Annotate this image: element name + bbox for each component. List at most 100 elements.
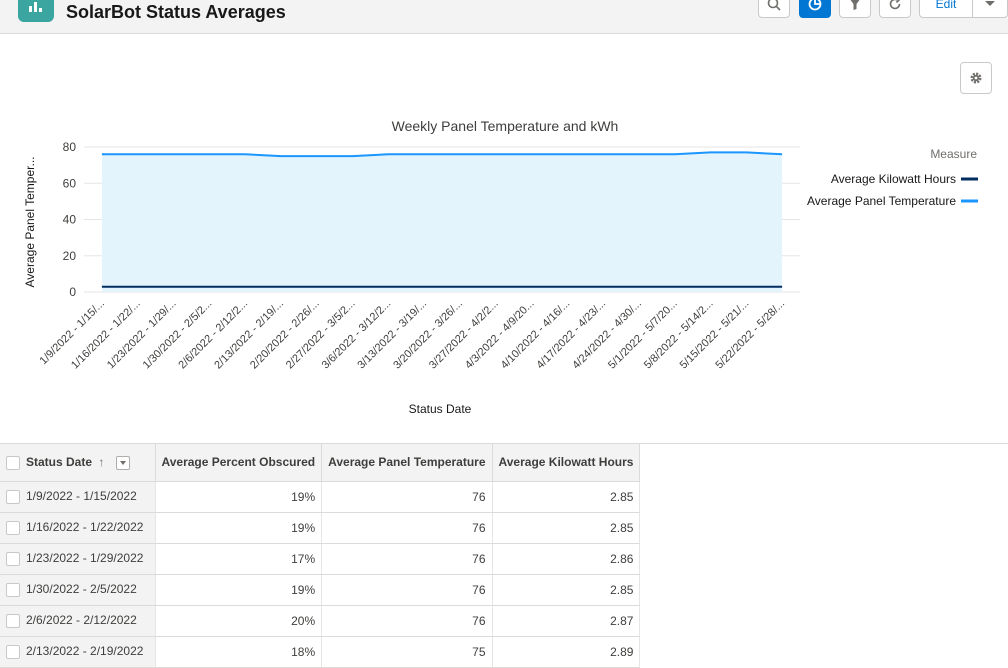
cell-status-date: 2/6/2022 - 2/12/2022 [0,605,155,636]
x-tick-label: 1/30/2022 - 2/5/2... [141,298,215,372]
x-tick-label: 5/1/2022 - 5/7/20... [606,298,680,372]
cell-percent-obscured: 19% [155,512,322,543]
cell-text: 1/9/2022 - 1/15/2022 [26,489,137,503]
filter-button[interactable] [839,0,871,18]
cell-panel-temperature: 76 [322,574,492,605]
column-menu-button[interactable] [116,456,130,470]
cell-percent-obscured: 20% [155,605,322,636]
table-row[interactable]: 1/9/2022 - 1/15/2022 19%762.85 [0,481,640,512]
cell-status-date: 1/16/2022 - 1/22/2022 [0,512,155,543]
x-tick-label: 2/27/2022 - 3/5/2... [284,298,358,372]
column-header-kilowatt-hours[interactable]: Average Kilowatt Hours [492,444,640,481]
y-tick-label: 40 [63,213,77,227]
legend-item-temperature[interactable]: Average Panel Temperature [807,194,978,208]
cell-text: 2/6/2022 - 2/12/2022 [26,613,137,627]
x-tick-label: 3/13/2022 - 3/19/... [355,298,429,372]
sort-ascending-icon: ↑ [98,455,104,469]
dashboard-app-icon [18,0,54,22]
column-header-status-date[interactable]: Status Date ↑ [0,444,155,481]
chart-title: Weekly Panel Temperature and kWh [392,118,619,134]
cell-kilowatt-hours: 2.89 [492,636,640,667]
row-checkbox[interactable] [6,583,20,597]
x-tick-label: 5/22/2022 - 5/28/... [713,298,787,372]
row-checkbox[interactable] [6,552,20,566]
cell-percent-obscured: 18% [155,636,322,667]
x-tick-label: 3/20/2022 - 3/26/... [391,298,465,372]
x-tick-label: 4/17/2022 - 4/23/... [534,298,608,372]
cell-text: 2/13/2022 - 2/19/2022 [26,644,143,658]
cell-status-date: 2/13/2022 - 2/19/2022 [0,636,155,667]
temperature-area-fill [102,152,782,292]
column-label: Status Date [26,455,92,469]
search-icon [767,0,781,11]
x-tick-label: 1/16/2022 - 1/22/... [69,298,143,372]
cell-percent-obscured: 19% [155,574,322,605]
cell-percent-obscured: 17% [155,543,322,574]
cell-kilowatt-hours: 2.85 [492,481,640,512]
x-tick-label: 3/6/2022 - 3/12/2... [320,298,394,372]
cell-kilowatt-hours: 2.85 [492,574,640,605]
legend-item-kwh[interactable]: Average Kilowatt Hours [831,172,978,186]
column-header-percent-obscured[interactable]: Average Percent Obscured [155,444,322,481]
x-tick-label: 2/13/2022 - 2/19/... [212,298,286,372]
table-row[interactable]: 1/30/2022 - 2/5/2022 19%762.85 [0,574,640,605]
legend-title: Measure [930,147,977,161]
x-tick-label: 2/20/2022 - 2/26/... [248,298,322,372]
refresh-icon [888,0,902,11]
row-checkbox[interactable] [6,521,20,535]
x-tick-label: 1/23/2022 - 1/29/... [105,298,179,372]
x-tick-label: 4/24/2022 - 4/30/... [570,298,644,372]
data-table: Status Date ↑ Average Percent Obscured A… [0,444,640,668]
chart-view-button[interactable] [799,0,831,18]
chevron-down-icon [984,0,996,8]
edit-button-label: Edit [936,0,957,11]
table-row[interactable]: 1/23/2022 - 1/29/202217%762.86 [0,543,640,574]
x-axis-label: Status Date [409,402,472,416]
filter-icon [848,0,862,11]
cell-percent-obscured: 19% [155,481,322,512]
x-tick-label: 3/27/2022 - 4/2/2... [427,298,501,372]
cell-kilowatt-hours: 2.87 [492,605,640,636]
y-axis-label: Average Panel Temper... [23,157,37,288]
legend-label-kwh: Average Kilowatt Hours [831,172,956,186]
cell-text: 1/30/2022 - 2/5/2022 [26,582,137,596]
more-actions-button[interactable] [972,0,1008,18]
cell-text: 1/16/2022 - 1/22/2022 [26,520,143,534]
x-axis-ticks: 1/9/2022 - 1/15/...1/16/2022 - 1/22/...1… [38,298,788,372]
row-checkbox[interactable] [6,645,20,659]
cell-kilowatt-hours: 2.85 [492,512,640,543]
table-row[interactable]: 1/16/2022 - 1/22/2022 19%762.85 [0,512,640,543]
x-tick-label: 1/9/2022 - 1/15/... [38,298,107,367]
table-row[interactable]: 2/13/2022 - 2/19/2022 18%752.89 [0,636,640,667]
edit-button[interactable]: Edit [919,0,973,18]
line-chart: Weekly Panel Temperature and kWh 0 20 40 60… [0,46,1008,426]
select-all-checkbox[interactable] [6,456,20,470]
cell-kilowatt-hours: 2.86 [492,543,640,574]
page-title: SolarBot Status Averages [66,2,286,23]
row-checkbox[interactable] [6,490,20,504]
x-tick-label: 5/15/2022 - 5/21/... [678,298,752,372]
y-tick-label: 0 [69,285,76,299]
legend-label-temperature: Average Panel Temperature [807,194,956,208]
y-tick-label: 20 [63,249,77,263]
cell-status-date: 1/30/2022 - 2/5/2022 [0,574,155,605]
y-tick-label: 60 [63,176,77,190]
cell-panel-temperature: 75 [322,636,492,667]
search-button[interactable] [758,0,790,18]
cell-panel-temperature: 76 [322,481,492,512]
x-tick-label: 2/6/2022 - 2/12/2... [176,298,250,372]
cell-text: 1/23/2022 - 1/29/2022 [26,551,143,565]
y-tick-label: 80 [63,140,77,154]
cell-panel-temperature: 76 [322,512,492,543]
x-tick-label: 4/10/2022 - 4/16/... [499,298,573,372]
x-tick-label: 4/3/2022 - 4/9/20... [463,298,537,372]
page-header: SolarBot Status Averages Edit [0,0,1008,34]
refresh-button[interactable] [879,0,911,18]
row-checkbox[interactable] [6,614,20,628]
column-header-panel-temperature[interactable]: Average Panel Temperature [322,444,492,481]
table-row[interactable]: 2/6/2022 - 2/12/2022 20%762.87 [0,605,640,636]
y-axis-ticks: 0 20 40 60 80 [63,140,77,299]
table-header-row: Status Date ↑ Average Percent Obscured A… [0,444,640,481]
cell-status-date: 1/9/2022 - 1/15/2022 [0,481,155,512]
cell-panel-temperature: 76 [322,605,492,636]
